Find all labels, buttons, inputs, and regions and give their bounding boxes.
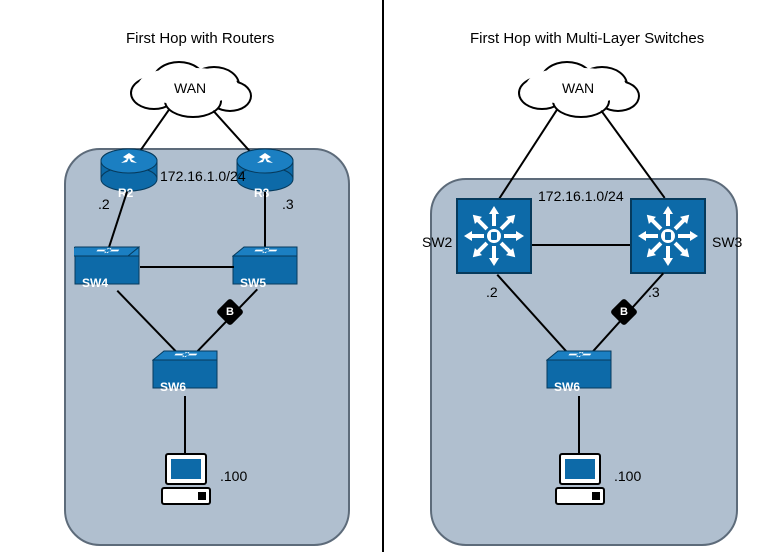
sw6-name-right: SW6: [554, 380, 580, 394]
link-sw2-sw3: [532, 244, 630, 246]
mls-sw2: [456, 198, 532, 274]
mls-sw3: [630, 198, 706, 274]
diagram-canvas: First Hop with Routers WAN R2: [0, 0, 766, 552]
left-subnet: 172.16.1.0/24: [160, 168, 246, 184]
sw4-name: SW4: [82, 276, 108, 290]
sw5-name: SW5: [240, 276, 266, 290]
sw2-ip: .2: [486, 284, 498, 300]
wan-cloud-left: WAN: [130, 58, 250, 120]
pc-ip-right: .100: [614, 468, 641, 484]
sw2-name: SW2: [422, 234, 452, 250]
pc-left: [160, 452, 212, 508]
block-badge-left: B: [220, 302, 240, 322]
sw6-name-left: SW6: [160, 380, 186, 394]
block-label-right: B: [620, 306, 628, 318]
vertical-divider: [382, 0, 384, 552]
r3-ip: .3: [282, 196, 294, 212]
wan-cloud-right: WAN: [518, 58, 638, 120]
pc-right: [554, 452, 606, 508]
left-title: First Hop with Routers: [126, 30, 274, 47]
wan-label-right: WAN: [562, 80, 594, 96]
link-sw6-pc-left: [184, 396, 186, 456]
wan-label-left: WAN: [174, 80, 206, 96]
sw3-name: SW3: [712, 234, 742, 250]
block-label-left: B: [226, 306, 234, 318]
link-sw6-pc-right: [578, 396, 580, 456]
r2-ip: .2: [98, 196, 110, 212]
r3-name: R3: [254, 186, 269, 200]
block-badge-right: B: [614, 302, 634, 322]
right-subnet: 172.16.1.0/24: [538, 188, 624, 204]
pc-ip-left: .100: [220, 468, 247, 484]
link-r3-sw5: [264, 192, 266, 252]
link-sw4-sw5: [140, 266, 234, 268]
right-title: First Hop with Multi-Layer Switches: [470, 30, 704, 47]
